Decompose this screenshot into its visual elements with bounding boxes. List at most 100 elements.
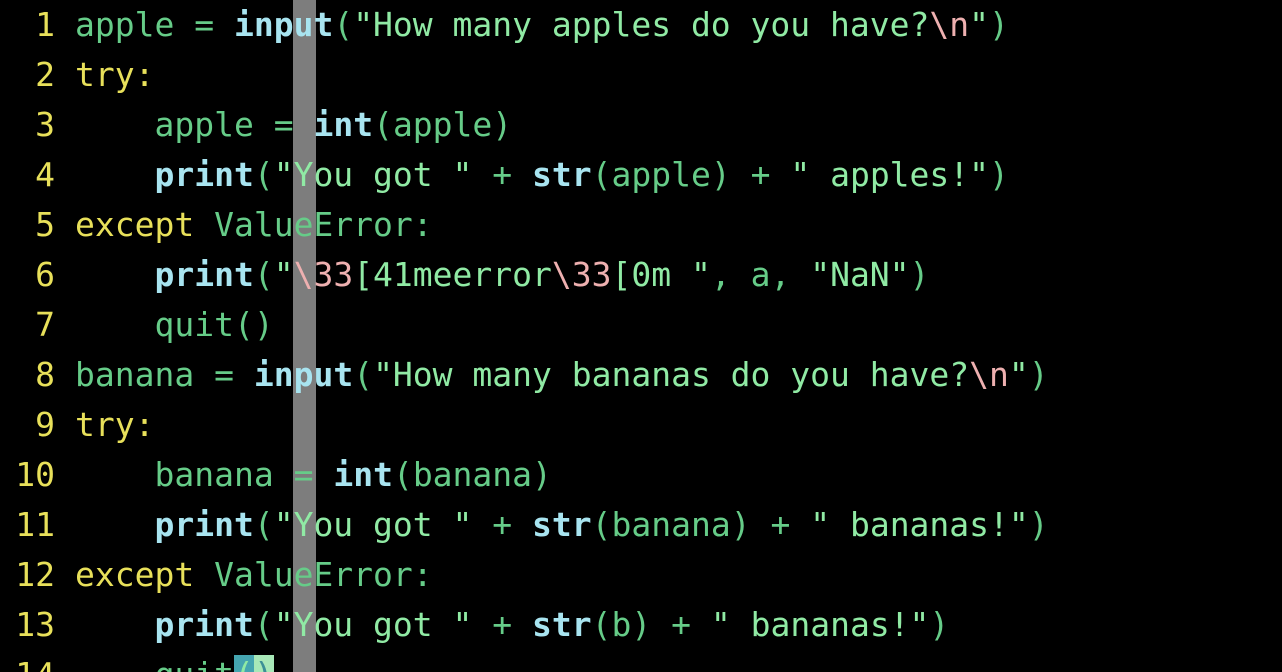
gutter-gap xyxy=(55,50,75,100)
code-token: : xyxy=(412,205,433,244)
code-token: try xyxy=(75,405,135,444)
code-line[interactable]: 2 try: xyxy=(0,50,1282,100)
code-area[interactable]: 1 apple = input("How many apples do you … xyxy=(0,0,1282,672)
code-line[interactable]: 8 banana = input("How many bananas do yo… xyxy=(0,350,1282,400)
line-number: 6 xyxy=(35,255,55,294)
code-line-content[interactable]: apple = int(apple) xyxy=(75,105,512,144)
code-token: " xyxy=(273,255,294,294)
code-line-content[interactable]: apple = input("How many apples do you ha… xyxy=(75,5,1009,44)
code-token: ) xyxy=(532,455,552,494)
code-token: "You got " xyxy=(273,155,473,194)
code-token: ) xyxy=(1028,355,1049,394)
code-line[interactable]: 12 except ValueError: xyxy=(0,550,1282,600)
code-line-content[interactable]: print("You got " + str(b) + " bananas!") xyxy=(75,605,949,644)
code-line[interactable]: 1 apple = input("How many apples do you … xyxy=(0,0,1282,50)
code-line-content[interactable]: print("You got " + str(apple) + " apples… xyxy=(75,155,1008,194)
code-token: [41meerror xyxy=(353,255,552,294)
code-token: ( xyxy=(591,605,612,644)
code-token: \33 xyxy=(551,255,612,294)
code-line[interactable]: 9 try: xyxy=(0,400,1282,450)
code-editor-window[interactable]: 1 apple = input("How many apples do you … xyxy=(0,0,1282,672)
code-line[interactable]: 14 quit() xyxy=(0,650,1282,672)
code-token: " apples!" xyxy=(790,155,990,194)
code-token: ( xyxy=(591,155,612,194)
code-token: print xyxy=(154,255,254,294)
line-number: 9 xyxy=(35,405,55,444)
code-token: ) xyxy=(631,605,652,644)
code-line-content[interactable]: banana = int(banana) xyxy=(75,455,552,494)
code-line[interactable]: 3 apple = int(apple) xyxy=(0,100,1282,150)
line-number: 4 xyxy=(35,155,55,194)
code-line[interactable]: 5 except ValueError: xyxy=(0,200,1282,250)
gutter-gap xyxy=(55,150,75,200)
gutter-gap xyxy=(55,0,75,50)
gutter-gap xyxy=(55,300,75,350)
code-line-content[interactable]: except ValueError: xyxy=(75,555,433,594)
code-line[interactable]: 10 banana = int(banana) xyxy=(0,450,1282,500)
code-token: : xyxy=(412,555,433,594)
code-line-content[interactable]: try: xyxy=(75,405,154,444)
code-token: ( xyxy=(253,605,274,644)
line-number: 13 xyxy=(15,605,55,644)
code-token: = xyxy=(194,5,215,44)
code-line-content[interactable]: try: xyxy=(75,55,154,94)
code-line-content[interactable]: print("\33[41meerror\33[0m ", a, "NaN") xyxy=(75,255,929,294)
gutter-gap xyxy=(55,550,75,600)
code-line-content[interactable]: print("You got " + str(banana) + " banan… xyxy=(75,505,1048,544)
code-token: print xyxy=(154,605,254,644)
code-token: apple xyxy=(75,5,175,44)
code-token: [0m " xyxy=(611,255,711,294)
code-token: " bananas!" xyxy=(710,605,930,644)
code-token: input xyxy=(253,355,354,394)
code-token: ( xyxy=(333,5,354,44)
code-token: "How many apples do you have? xyxy=(353,5,930,44)
code-token: : xyxy=(134,55,155,94)
code-token: "NaN" xyxy=(810,255,910,294)
gutter-gap xyxy=(55,400,75,450)
gutter-gap xyxy=(55,500,75,550)
code-line-content[interactable]: quit() xyxy=(75,655,274,672)
code-line[interactable]: 13 print("You got " + str(b) + " bananas… xyxy=(0,600,1282,650)
code-line[interactable]: 4 print("You got " + str(apple) + " appl… xyxy=(0,150,1282,200)
code-token: " bananas!" xyxy=(810,505,1029,544)
code-token: , xyxy=(710,255,731,294)
code-token: ) xyxy=(909,255,930,294)
code-token: ) xyxy=(710,155,731,194)
code-token: + xyxy=(750,155,771,194)
code-token: ) xyxy=(253,305,274,344)
code-token: ) xyxy=(730,505,751,544)
code-token: banana xyxy=(75,355,195,394)
code-line-content[interactable]: except ValueError: xyxy=(75,205,433,244)
code-line[interactable]: 7 quit() xyxy=(0,300,1282,350)
code-line[interactable]: 11 print("You got " + str(banana) + " ba… xyxy=(0,500,1282,550)
code-token: str xyxy=(532,605,592,644)
gutter-gap xyxy=(55,350,75,400)
code-token: banana xyxy=(154,455,274,494)
code-line-content[interactable]: banana = input("How many bananas do you … xyxy=(75,355,1049,394)
line-number: 10 xyxy=(15,455,55,494)
code-token: ) xyxy=(988,5,1009,44)
code-line[interactable]: 6 print("\33[41meerror\33[0m ", a, "NaN"… xyxy=(0,250,1282,300)
gutter-gap xyxy=(55,100,75,150)
line-number: 3 xyxy=(35,105,55,144)
code-token: : xyxy=(134,405,155,444)
code-token: int xyxy=(313,105,374,144)
code-token: ) xyxy=(492,105,513,144)
code-token: ( xyxy=(591,505,612,544)
code-token: apple xyxy=(611,155,711,194)
gutter-gap xyxy=(55,250,75,300)
code-line-content[interactable]: quit() xyxy=(75,305,274,344)
